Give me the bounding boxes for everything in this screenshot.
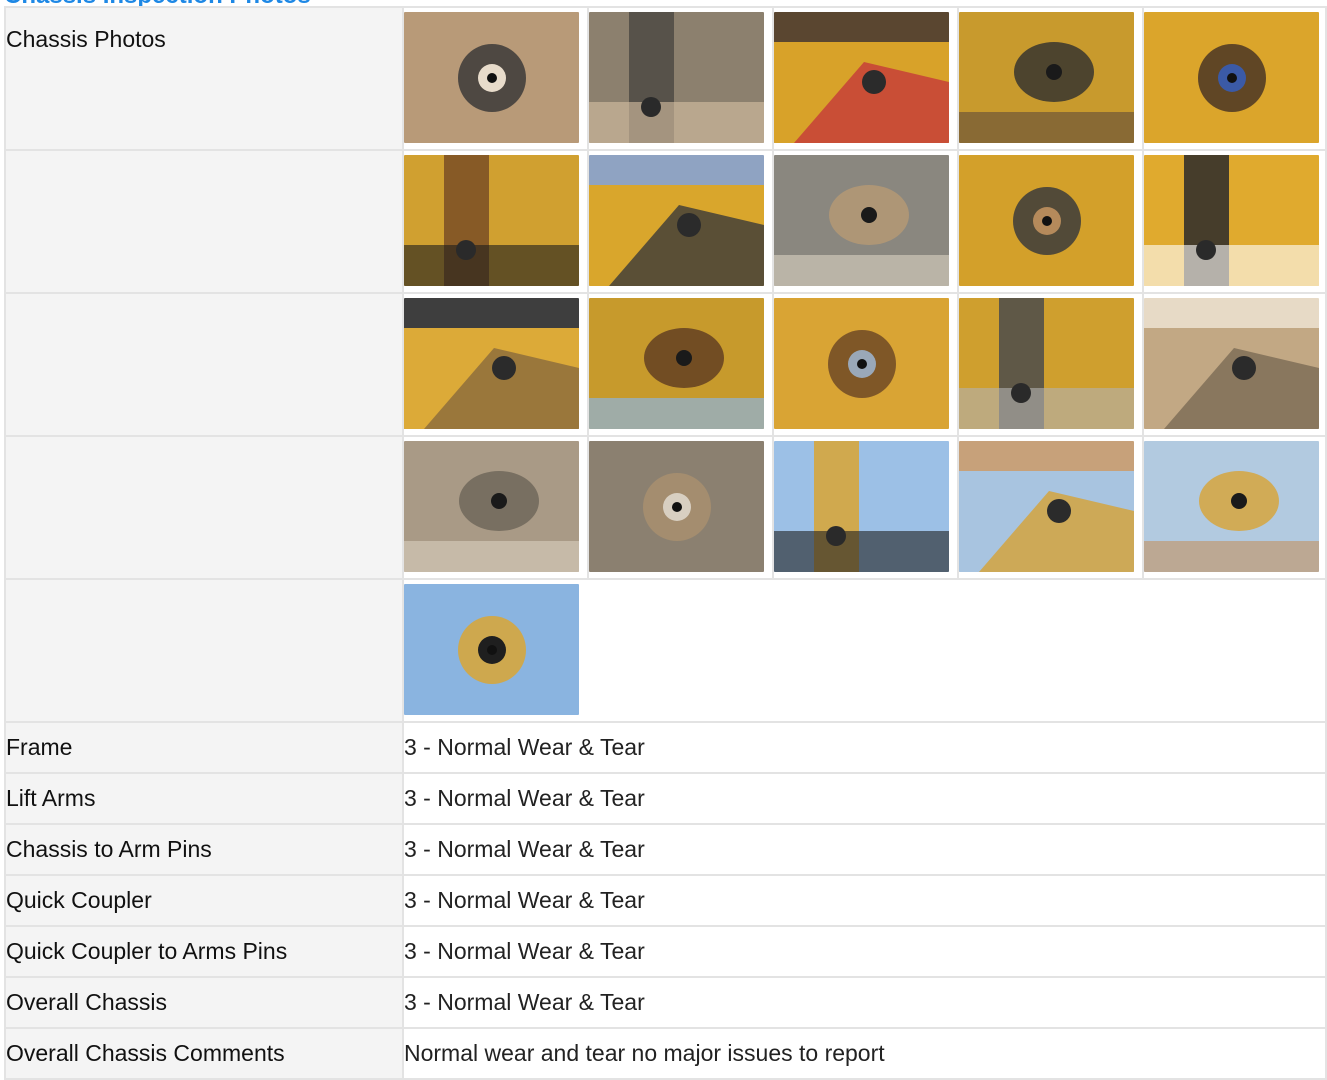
photo-cell — [404, 437, 589, 578]
chassis-photo-thumbnail[interactable] — [404, 584, 579, 715]
inspection-item-value: 3 - Normal Wear & Tear — [402, 925, 1327, 978]
photo-row — [4, 435, 1327, 580]
inspection-item-value: 3 - Normal Wear & Tear — [402, 976, 1327, 1029]
inspection-item-label: Quick Coupler — [4, 874, 404, 927]
inspection-item-value: 3 - Normal Wear & Tear — [402, 721, 1327, 774]
photo-cell — [1144, 294, 1327, 435]
inspection-row: Frame 3 - Normal Wear & Tear — [4, 721, 1327, 774]
photo-cell — [404, 580, 589, 721]
photo-cell — [959, 437, 1144, 578]
photo-cell — [589, 8, 774, 149]
inspection-item-label: Overall Chassis — [4, 976, 404, 1029]
chassis-photo-thumbnail[interactable] — [1144, 12, 1319, 143]
chassis-photo-thumbnail[interactable] — [404, 155, 579, 286]
chassis-photo-thumbnail[interactable] — [404, 441, 579, 572]
photo-cell — [404, 294, 589, 435]
photo-cell — [959, 294, 1144, 435]
photo-cell — [589, 151, 774, 292]
inspection-item-value: 3 - Normal Wear & Tear — [402, 874, 1327, 927]
photo-cell — [1144, 151, 1327, 292]
inspection-item-label: Chassis to Arm Pins — [4, 823, 404, 876]
photo-strip-cell — [402, 435, 1327, 580]
chassis-photo-thumbnail[interactable] — [774, 441, 949, 572]
inspection-item-label: Frame — [4, 721, 404, 774]
photo-cell — [1144, 437, 1327, 578]
chassis-photo-thumbnail[interactable] — [774, 12, 949, 143]
chassis-photo-thumbnail[interactable] — [589, 441, 764, 572]
photo-cell — [774, 151, 959, 292]
photo-cell — [404, 8, 589, 149]
photo-strip-cell — [402, 6, 1327, 151]
photo-cell — [1144, 8, 1327, 149]
chassis-report-table: Chassis Photos Frame 3 - Normal Wear & T… — [4, 6, 1327, 1080]
photo-cell — [589, 437, 774, 578]
chassis-photo-thumbnail[interactable] — [1144, 155, 1319, 286]
photo-cell — [774, 294, 959, 435]
chassis-photo-thumbnail[interactable] — [774, 155, 949, 286]
photo-cell — [774, 8, 959, 149]
chassis-photo-thumbnail[interactable] — [404, 12, 579, 143]
photo-cell — [774, 437, 959, 578]
inspection-item-value: 3 - Normal Wear & Tear — [402, 772, 1327, 825]
photo-cell — [589, 294, 774, 435]
photo-strip — [404, 8, 1325, 149]
chassis-photo-thumbnail[interactable] — [959, 155, 1134, 286]
inspection-item-value: 3 - Normal Wear & Tear — [402, 823, 1327, 876]
chassis-photo-thumbnail[interactable] — [589, 298, 764, 429]
photo-row-label — [4, 578, 404, 723]
chassis-photo-thumbnail[interactable] — [589, 12, 764, 143]
inspection-item-label: Overall Chassis Comments — [4, 1027, 404, 1080]
photo-strip-cell — [402, 578, 1327, 723]
photo-cell — [959, 151, 1144, 292]
inspection-item-label: Lift Arms — [4, 772, 404, 825]
photo-cell — [959, 8, 1144, 149]
chassis-photo-thumbnail[interactable] — [1144, 441, 1319, 572]
photo-cell — [404, 151, 589, 292]
photo-row — [4, 578, 1327, 723]
inspection-row: Lift Arms 3 - Normal Wear & Tear — [4, 772, 1327, 825]
inspection-row: Chassis to Arm Pins 3 - Normal Wear & Tea… — [4, 823, 1327, 876]
photo-strip-cell — [402, 292, 1327, 437]
photo-row: Chassis Photos — [4, 6, 1327, 151]
inspection-row: Quick Coupler to Arms Pins 3 - Normal Wea… — [4, 925, 1327, 978]
inspection-row: Overall Chassis Comments Normal wear and … — [4, 1027, 1327, 1080]
chassis-photo-thumbnail[interactable] — [959, 298, 1134, 429]
photo-row-label — [4, 435, 404, 580]
chassis-photo-thumbnail[interactable] — [589, 155, 764, 286]
inspection-row: Overall Chassis 3 - Normal Wear & Tear — [4, 976, 1327, 1029]
photo-row — [4, 292, 1327, 437]
inspection-item-label: Quick Coupler to Arms Pins — [4, 925, 404, 978]
photo-strip — [404, 294, 1325, 435]
inspection-row: Quick Coupler 3 - Normal Wear & Tear — [4, 874, 1327, 927]
chassis-photo-thumbnail[interactable] — [404, 298, 579, 429]
chassis-photo-thumbnail[interactable] — [959, 441, 1134, 572]
photo-row-label: Chassis Photos — [4, 6, 404, 151]
chassis-photo-thumbnail[interactable] — [774, 298, 949, 429]
photo-row — [4, 149, 1327, 294]
chassis-photo-thumbnail[interactable] — [1144, 298, 1319, 429]
chassis-photo-thumbnail[interactable] — [959, 12, 1134, 143]
photo-row-label — [4, 292, 404, 437]
photo-strip — [404, 437, 1325, 578]
photo-strip-cell — [402, 149, 1327, 294]
photo-row-label — [4, 149, 404, 294]
photo-strip — [404, 580, 1325, 721]
photo-strip — [404, 151, 1325, 292]
inspection-item-value: Normal wear and tear no major issues to … — [402, 1027, 1327, 1080]
